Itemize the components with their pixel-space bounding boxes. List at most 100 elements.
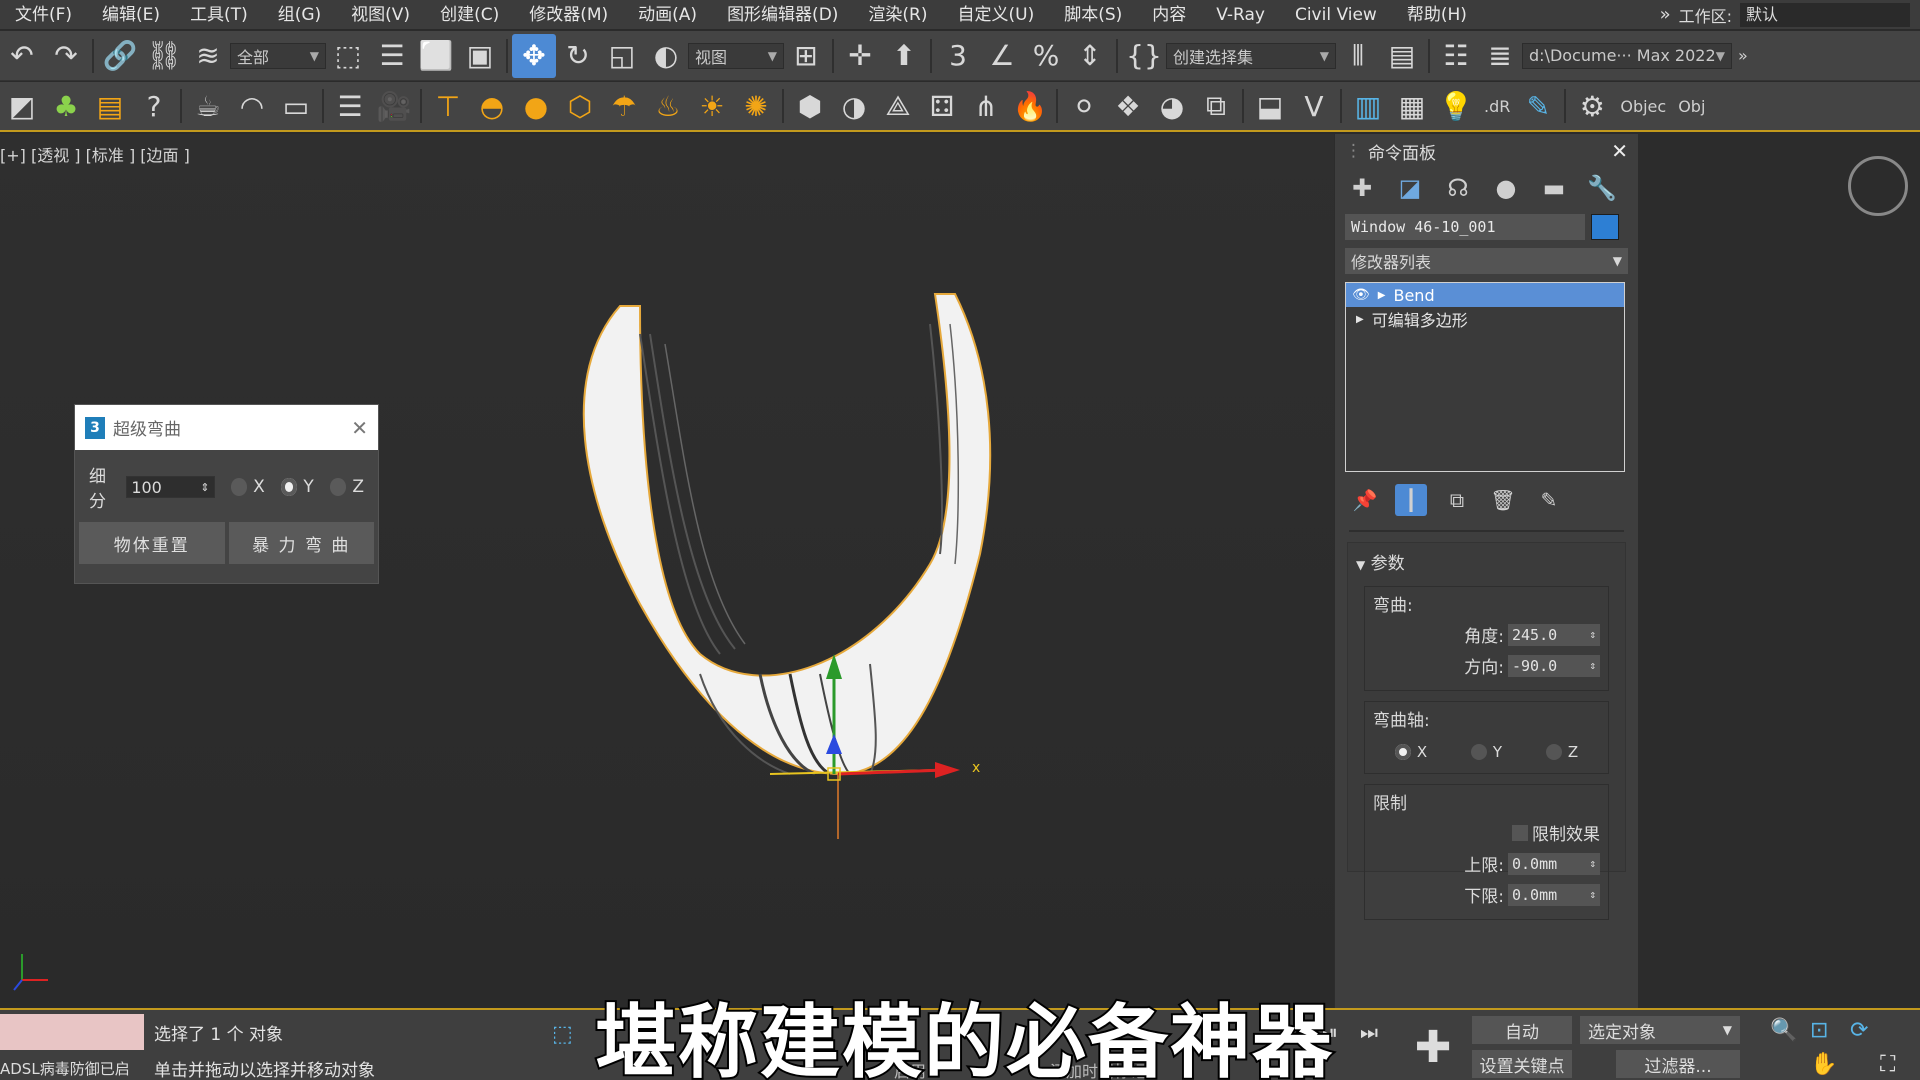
material-sphere-icon[interactable]: ⚪: [1062, 84, 1106, 128]
spinner-arrows-icon[interactable]: ⇕: [1589, 659, 1596, 672]
render-frame-icon[interactable]: ▥: [1346, 84, 1390, 128]
pivot-center-icon[interactable]: ⊞: [784, 34, 828, 78]
menu-views[interactable]: 视图(V): [336, 0, 425, 30]
angle-spinner[interactable]: 245.0 ⇕: [1508, 623, 1600, 646]
create-tab-icon[interactable]: ✚: [1345, 172, 1379, 204]
last-frame-icon[interactable]: ⏭: [1360, 1020, 1378, 1044]
vfb-icon[interactable]: ✎: [1516, 84, 1560, 128]
scatter-tree-icon[interactable]: ♣: [44, 84, 88, 128]
force-bend-button[interactable]: 暴 力 弯 曲: [228, 522, 374, 564]
help-icon[interactable]: ?: [132, 84, 176, 128]
axis-radio-x[interactable]: [230, 478, 248, 496]
set-key-icon[interactable]: ✚: [1406, 1020, 1460, 1074]
keyboard-shortcut-icon[interactable]: ⬆: [882, 34, 926, 78]
vray-proxy-icon[interactable]: ⬢: [788, 84, 832, 128]
object-tool-label-1[interactable]: Objec: [1614, 97, 1672, 116]
stack-item-editable-poly[interactable]: ▶ 可编辑多边形: [1346, 307, 1624, 331]
window-crossing-icon[interactable]: ▣: [458, 34, 502, 78]
viewport-layout-icon[interactable]: ◩: [0, 84, 44, 128]
unlink-icon[interactable]: ⛓: [142, 34, 186, 78]
menu-customize[interactable]: 自定义(U): [943, 0, 1050, 30]
material-wrap-icon[interactable]: ⧉: [1194, 84, 1238, 128]
spinner-arrows-icon[interactable]: ⇕: [1589, 857, 1596, 870]
vray-fur-icon[interactable]: ⋔: [964, 84, 1008, 128]
direction-spinner[interactable]: -90.0 ⇕: [1508, 654, 1600, 677]
object-color-swatch[interactable]: [1591, 214, 1619, 240]
expand-arrow-icon[interactable]: ▶: [1356, 314, 1364, 325]
vray-sky-icon[interactable]: ✺: [734, 84, 778, 128]
menu-graph-editors[interactable]: 图形编辑器(D): [712, 0, 853, 30]
light-lister-icon[interactable]: 💡: [1434, 84, 1478, 128]
select-object-icon[interactable]: ⬚: [326, 34, 370, 78]
menu-tools[interactable]: 工具(T): [175, 0, 263, 30]
chevron-right-icon[interactable]: »: [1732, 46, 1754, 65]
collapse-arrow-icon[interactable]: ▼: [1356, 558, 1365, 572]
configure-modifier-sets-icon[interactable]: ✎: [1533, 484, 1565, 516]
menu-list-icon[interactable]: ☰: [328, 84, 372, 128]
maxscript-listener-field[interactable]: [0, 1014, 144, 1050]
named-selection-combo[interactable]: 创建选择集 ▼: [1166, 42, 1336, 69]
rollout-header[interactable]: ▼ 参数: [1348, 549, 1625, 582]
vray-logo-icon[interactable]: V: [1292, 84, 1336, 128]
menu-modifiers[interactable]: 修改器(M): [514, 0, 623, 30]
viewport-right-strip[interactable]: [1638, 134, 1920, 1008]
rect-selection-icon[interactable]: ⬜: [414, 34, 458, 78]
list-panel-icon[interactable]: ▤: [88, 84, 132, 128]
upper-limit-spinner[interactable]: 0.0mm ⇕: [1508, 852, 1600, 875]
make-unique-icon[interactable]: ⧉: [1441, 484, 1473, 516]
scale-icon[interactable]: ◱: [600, 34, 644, 78]
scene-explorer-icon[interactable]: ☷: [1434, 34, 1478, 78]
perspective-viewport[interactable]: x [+] [透视 ] [标准 ] [边面 ] 3 超级弯曲 ✕ 细分 100 …: [0, 134, 1334, 1008]
snaps-toggle-icon[interactable]: 3: [936, 34, 980, 78]
object-properties-icon[interactable]: ⚙: [1570, 84, 1614, 128]
menu-file[interactable]: 文件(F): [0, 0, 87, 30]
expand-arrow-icon[interactable]: ▶: [1378, 290, 1386, 301]
move-icon[interactable]: ✥: [512, 33, 556, 78]
bend-axis-radio-z[interactable]: [1545, 744, 1562, 760]
zoom-extents-icon[interactable]: ⊡: [1810, 1018, 1828, 1043]
vray-sphere-light-icon[interactable]: ●: [514, 84, 558, 128]
angle-snap-icon[interactable]: ∠: [980, 34, 1024, 78]
close-icon[interactable]: ✕: [351, 416, 368, 440]
render-production-icon[interactable]: ▦: [1390, 84, 1434, 128]
axis-radio-y[interactable]: [280, 478, 298, 496]
hierarchy-tab-icon[interactable]: ☊: [1441, 172, 1475, 204]
pan-icon[interactable]: ✋: [1810, 1052, 1837, 1077]
menu-create[interactable]: 创建(C): [425, 0, 514, 30]
modifier-list-combo[interactable]: 修改器列表 ▼: [1345, 248, 1628, 274]
vray-dome-light-icon[interactable]: ◓: [470, 84, 514, 128]
menu-group[interactable]: 组(G): [263, 0, 336, 30]
command-panel-header[interactable]: ⋮ 命令面板 ✕: [1335, 134, 1638, 168]
zoom-icon[interactable]: 🔍: [1770, 1018, 1797, 1043]
edit-named-selection-icon[interactable]: {}: [1122, 34, 1166, 78]
isolate-selection-icon[interactable]: ⬚: [552, 1022, 573, 1047]
menu-rendering[interactable]: 渲染(R): [853, 0, 942, 30]
menu-animation[interactable]: 动画(A): [623, 0, 712, 30]
arc-tool-icon[interactable]: ◠: [230, 84, 274, 128]
eye-icon[interactable]: 👁: [1352, 287, 1370, 303]
menu-help[interactable]: 帮助(H): [1392, 0, 1482, 30]
select-manipulate-icon[interactable]: ✛: [838, 34, 882, 78]
percent-snap-icon[interactable]: %: [1024, 34, 1068, 78]
utilities-tab-icon[interactable]: 🔧: [1585, 172, 1619, 204]
modify-tab-icon[interactable]: ◪: [1393, 172, 1427, 204]
render-setup-icon[interactable]: ⬓: [1248, 84, 1292, 128]
spinner-snap-icon[interactable]: ⇕: [1068, 34, 1112, 78]
limit-effect-checkbox[interactable]: [1512, 824, 1528, 841]
bend-axis-radio-y[interactable]: [1470, 744, 1487, 760]
auto-key-button[interactable]: 自动: [1472, 1016, 1572, 1044]
rotate-icon[interactable]: ↻: [556, 34, 600, 78]
link-icon[interactable]: 🔗: [98, 34, 142, 78]
workspace-selector[interactable]: » 工作区: 默认: [1660, 2, 1920, 27]
film-camera-icon[interactable]: 🎥: [372, 84, 416, 128]
trash-icon[interactable]: 🗑: [1487, 484, 1519, 516]
vray-plane-icon[interactable]: ⟁: [876, 84, 920, 128]
display-tab-icon[interactable]: ▬: [1537, 172, 1571, 204]
chevron-right-icon[interactable]: »: [1660, 4, 1671, 25]
teapot-icon[interactable]: ☕: [186, 84, 230, 128]
object-name-field[interactable]: Window 46-10_001: [1345, 214, 1585, 240]
menu-civil-view[interactable]: Civil View: [1280, 0, 1392, 30]
motion-tab-icon[interactable]: ●: [1489, 172, 1523, 204]
layer-explorer-icon[interactable]: ≣: [1478, 34, 1522, 78]
select-by-name-icon[interactable]: ☰: [370, 34, 414, 78]
